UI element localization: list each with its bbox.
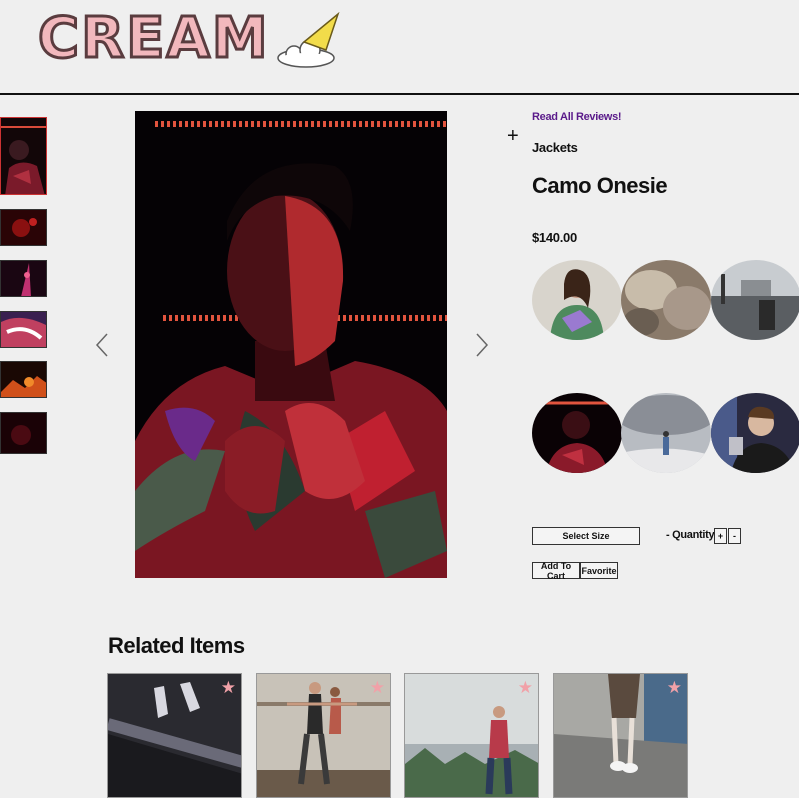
chevron-right-icon [476, 333, 489, 357]
related-items-heading: Related Items [108, 633, 245, 658]
style-option-5[interactable] [621, 393, 711, 473]
site-header: CREAM [0, 0, 799, 95]
thumbnail-4[interactable] [0, 311, 47, 348]
style-option-4[interactable] [532, 393, 622, 473]
thumbnail-1[interactable] [0, 117, 47, 195]
thumbnail-6[interactable] [0, 412, 47, 454]
style-option-6[interactable] [711, 393, 799, 473]
ice-cream-cone-icon [276, 12, 340, 68]
favorite-star-icon[interactable]: ★ [221, 679, 236, 696]
style-option-2[interactable] [621, 260, 711, 340]
favorite-star-icon[interactable]: ★ [518, 679, 533, 696]
related-item-card[interactable]: ★ [256, 673, 391, 798]
thumbnail-3[interactable] [0, 260, 47, 297]
thumbnail-2[interactable] [0, 209, 47, 246]
product-title: Camo Onesie [532, 173, 668, 198]
favorite-button[interactable]: Favorite [580, 562, 618, 579]
style-option-3[interactable] [711, 260, 799, 340]
brand-name: CREAM [37, 6, 270, 71]
brand-logo[interactable]: CREAM [37, 6, 340, 71]
favorite-star-icon[interactable]: ★ [370, 679, 385, 696]
product-main-image[interactable] [135, 111, 447, 578]
related-item-card[interactable]: ★ [107, 673, 242, 798]
thumbnail-5[interactable] [0, 361, 47, 398]
quantity-increment-button[interactable]: + [714, 528, 727, 544]
related-item-card[interactable]: ★ [404, 673, 539, 798]
favorite-star-icon[interactable]: ★ [667, 679, 682, 696]
plus-icon[interactable]: + [507, 126, 519, 146]
quantity-decrement-button[interactable]: - [728, 528, 741, 544]
style-option-1[interactable] [532, 260, 622, 340]
chevron-left-icon [95, 333, 108, 357]
previous-image-arrow[interactable] [93, 330, 113, 360]
select-size-dropdown[interactable]: Select Size [532, 527, 640, 545]
next-image-arrow[interactable] [471, 330, 491, 360]
product-category: Jackets [532, 140, 578, 155]
product-price: $140.00 [532, 230, 577, 245]
related-item-card[interactable]: ★ [553, 673, 688, 798]
add-to-cart-button[interactable]: Add To Cart [532, 561, 580, 581]
read-all-reviews-link[interactable]: Read All Reviews! [532, 111, 622, 123]
